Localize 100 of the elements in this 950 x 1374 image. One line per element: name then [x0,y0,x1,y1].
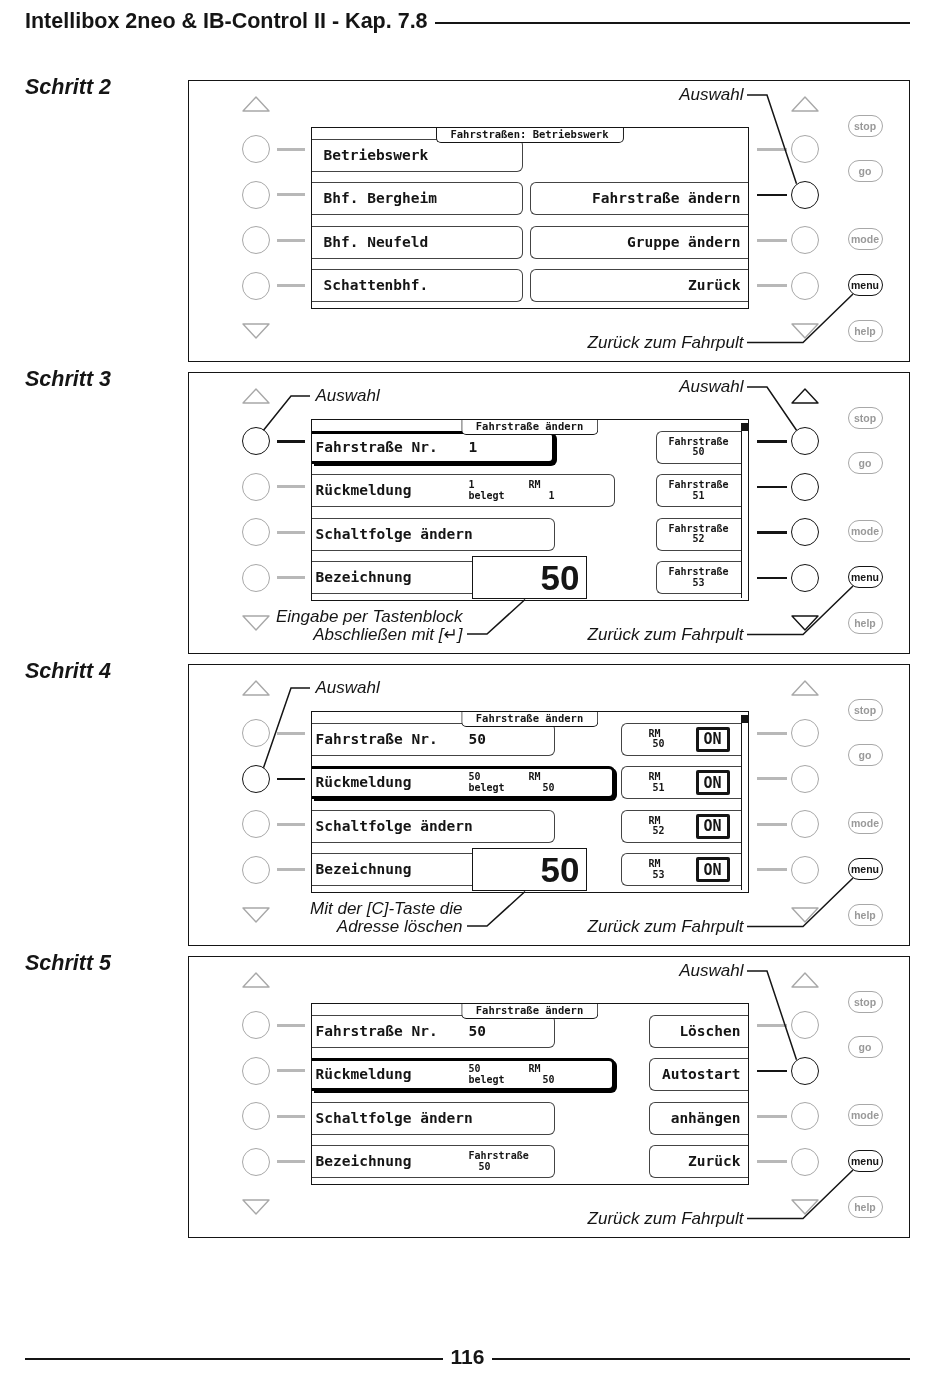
key-connector-line [276,1160,305,1164]
name-number: 50 [478,1161,491,1172]
route-number: 53 [692,577,705,588]
page-number: 116 [450,1345,485,1369]
key-connector-line [756,1023,787,1027]
unit-number: 50 [542,782,555,793]
key-connector-line [276,822,305,826]
entry-label: Bezeichnung [315,569,412,586]
key-connector-line [756,485,787,488]
callout-text: Zurück zum Fahrpult [587,1209,744,1228]
unit-number: 50 [652,739,665,750]
status-text: belegt [468,490,505,501]
entry-label: Rückmeldung [315,774,412,791]
key-connector-line [276,193,305,197]
entry-label: Zurück [688,277,741,294]
function-key: stop [847,406,883,429]
unit-number: 50 [542,1074,555,1085]
address-value: 50 [468,1064,481,1075]
key-connector-line [276,485,305,489]
key-connector-line [276,777,305,780]
function-key: menu [847,1149,883,1172]
unit-label: RM [648,728,661,739]
entry-label: Bezeichnung [315,861,412,878]
leader-line [262,395,311,431]
key-connector-line [756,193,787,196]
entry-label: anhängen [670,1109,741,1127]
key-connector-line [756,1114,787,1118]
unit-label: RM [648,859,661,870]
entry-label: Fahrstraße Nr. [315,1022,438,1040]
entry-label: Bhf. Neufeld [323,233,429,251]
unit-number: 1 [548,490,555,501]
key-connector-line [276,1114,305,1118]
key-connector-line [276,1069,305,1073]
entry-label: Gruppe ändern [627,233,741,251]
input-field: 50 [471,848,587,891]
key-connector-line [756,238,787,242]
function-key: menu [847,565,883,588]
input-field: 50 [471,556,587,599]
callout-text: Zurück zum Fahrpult [587,625,744,644]
address-value: 1 [468,480,475,491]
entry-value: 50 [468,1022,486,1040]
function-key: go [847,743,883,766]
unit-number: 51 [652,782,665,793]
entry-label: Zurück [688,1153,741,1170]
unit-label: RM [648,815,661,826]
screen-title: Fahrstraßen: Betriebswerk [435,127,624,143]
switch-indicator: ON [695,813,730,839]
entry-label: Schattenbhf. [323,277,429,294]
function-key: go [847,451,883,474]
callout-text: Auswahl [679,86,744,104]
route-number: 50 [692,447,705,458]
name-value: Fahrstraße [468,1151,529,1162]
unit-label: RM [528,1064,541,1075]
callout-text: Auswahl [679,378,744,396]
leader-line [746,386,798,431]
entry-label: Rückmeldung [315,1066,412,1083]
callout-text: Auswahl [315,679,380,697]
unit-label: RM [648,772,661,783]
route-label: Fahrstraße [668,523,729,534]
step-heading: Schritt 2 [25,75,112,99]
key-connector-line [276,868,305,872]
step-heading: Schritt 4 [25,659,112,683]
address-value: 50 [468,772,481,783]
key-connector-line [756,576,787,579]
callout-text: Mit der [C]-Taste die Adresse löschen [310,900,463,936]
function-key: go [847,159,883,182]
key-connector-line [756,777,787,781]
function-key: mode [847,811,883,834]
key-connector-line [276,238,305,242]
route-number: 52 [692,534,705,545]
entry-label: Betriebswerk [323,146,429,164]
key-connector-line [756,147,787,151]
function-key: mode [847,1103,883,1126]
switch-indicator: ON [695,770,730,795]
unit-number: 52 [652,826,665,837]
route-number: 51 [692,490,705,501]
function-key: mode [847,519,883,542]
step-heading: Schritt 3 [25,367,112,391]
key-connector-line [756,822,787,826]
entry-label: Schaltfolge ändern [315,1109,473,1127]
key-connector-line [756,1069,787,1072]
entry-label: Löschen [679,1022,741,1040]
key-connector-line [276,284,305,288]
switch-indicator: ON [695,857,730,882]
switch-indicator: ON [695,726,730,752]
callout-text: Eingabe per Tastenblock Abschließen mit [↵] [276,608,463,644]
callout-text: Zurück zum Fahrpult [587,333,744,352]
function-key: help [847,903,883,926]
entry-label: Rückmeldung [315,482,412,499]
screen-title: Fahrstraße ändern [460,1003,599,1019]
key-connector-line [756,731,787,735]
status-text: belegt [468,1074,505,1085]
key-connector-line [276,731,305,735]
function-key: stop [847,114,883,137]
entry-label: Fahrstraße Nr. [315,438,438,456]
status-text: belegt [468,782,505,793]
entry-label: Fahrstraße Nr. [315,730,438,748]
entry-label: Bhf. Bergheim [323,190,437,207]
function-key: help [847,319,883,342]
page-heading: Intellibox 2neo & IB-Control II - Kap. 7.8 [25,8,428,34]
